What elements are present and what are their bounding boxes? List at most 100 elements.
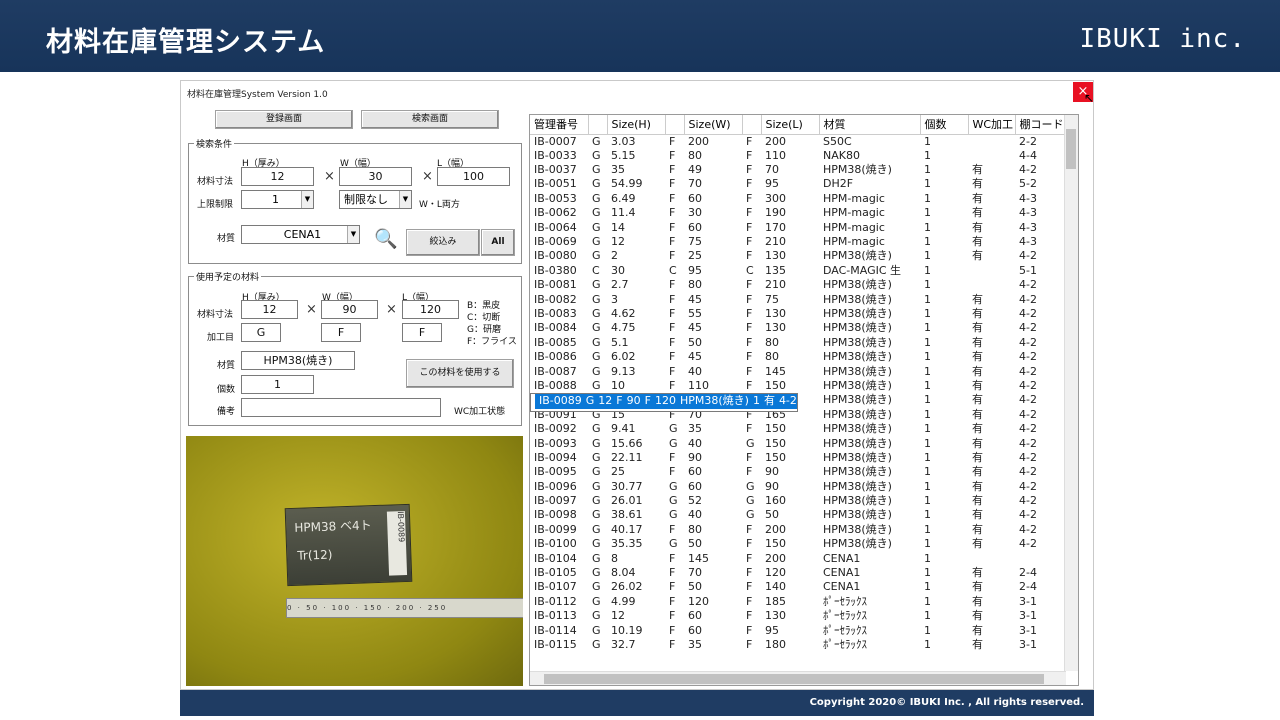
table-cell: 110 — [765, 148, 786, 162]
table-cell: C — [746, 263, 754, 277]
table-row[interactable]: IB-0104 G 8 F 145 F 200 CENA1 1 — [530, 551, 1064, 565]
table-row[interactable]: IB-0095 G 25 F 60 F 90 HPM38(焼き) 1 有 4-2 — [530, 465, 1064, 479]
table-cell: 1 — [924, 580, 931, 594]
table-cell: G — [592, 278, 601, 292]
vertical-scrollbar[interactable] — [1064, 115, 1078, 671]
column-header[interactable]: Size(L) — [761, 115, 820, 135]
table-row[interactable]: IB-0084 G 4.75 F 45 F 130 HPM38(焼き) 1 有 4-2 — [530, 321, 1064, 335]
scroll-thumb[interactable] — [1066, 129, 1076, 169]
column-header[interactable] — [742, 115, 762, 135]
scroll-thumb[interactable] — [544, 674, 1044, 684]
qty-input[interactable]: 1 — [241, 375, 314, 394]
limit2-select[interactable]: 制限なし ▼ — [339, 190, 412, 209]
table-row[interactable]: IB-0094 G 22.11 F 90 F 150 HPM38(焼き) 1 有 4-2 — [530, 451, 1064, 465]
table-cell: 1 — [924, 134, 931, 148]
table-cell: IB-0085 — [534, 335, 577, 349]
material-select[interactable]: CENA1 ▼ — [241, 225, 360, 244]
table-row[interactable]: IB-0112 G 4.99 F 120 F 185 ﾎﾟｰｾﾗｯｸｽ 1 有 3-1 — [530, 595, 1064, 609]
table-row[interactable]: IB-0099 G 40.17 F 80 F 200 HPM38(焼き) 1 有 4-2 — [530, 523, 1064, 537]
table-row[interactable]: IB-0100 G 35.35 G 50 F 150 HPM38(焼き) 1 有 4-2 — [530, 537, 1064, 551]
table-cell: G — [592, 422, 601, 436]
table-row[interactable]: IB-0081 G 2.7 F 80 F 210 HPM38(焼き) 1 4-2 — [530, 278, 1064, 292]
use-w-input[interactable]: 90 — [321, 300, 378, 319]
table-cell: 185 — [765, 594, 786, 608]
use-h-input[interactable]: 12 — [241, 300, 298, 319]
table-row[interactable]: IB-0083 G 4.62 F 55 F 130 HPM38(焼き) 1 有 4-2 — [530, 307, 1064, 321]
proc-l-input[interactable]: F — [402, 323, 442, 342]
use-l-input[interactable]: 120 — [402, 300, 459, 319]
column-header[interactable]: 管理番号 — [530, 115, 589, 135]
column-header[interactable]: 棚コード — [1015, 115, 1065, 135]
table-row[interactable]: IB-0107 G 26.02 F 50 F 140 CENA1 1 有 2-4 — [530, 580, 1064, 594]
table-cell: 49 — [688, 163, 702, 177]
table-row[interactable]: IB-0069 G 12 F 75 F 210 HPM-magic 1 有 4-3 — [530, 235, 1064, 249]
table-cell: 60 — [688, 465, 702, 479]
table-row[interactable]: IB-0033 G 5.15 F 80 F 110 NAK80 1 4-4 — [530, 149, 1064, 163]
table-cell: G — [669, 508, 678, 522]
table-cell: 11.4 — [611, 206, 636, 220]
table-cell: 1 — [924, 292, 931, 306]
filter-button[interactable]: 絞込み — [406, 229, 480, 256]
table-cell: 32.7 — [611, 637, 636, 651]
search-icon[interactable]: 🔍 — [374, 227, 398, 250]
search-w-input[interactable]: 30 — [339, 167, 412, 186]
column-header[interactable]: Size(W) — [684, 115, 743, 135]
table-cell: G — [592, 609, 601, 623]
proc-h-input[interactable]: G — [241, 323, 281, 342]
table-cell: F — [669, 364, 676, 378]
horizontal-scrollbar[interactable] — [530, 671, 1066, 685]
table-row[interactable]: IB-0087 G 9.13 F 40 F 145 HPM38(焼き) 1 有 4-2 — [530, 364, 1064, 378]
limit-select[interactable]: 1 ▼ — [241, 190, 314, 209]
column-header[interactable]: WC加工 — [968, 115, 1016, 135]
table-row[interactable]: IB-0097 G 26.01 G 52 G 160 HPM38(焼き) 1 有 4-2 — [530, 494, 1064, 508]
search-screen-button[interactable]: 検索画面 — [361, 110, 499, 129]
table-row[interactable]: IB-0115 G 32.7 F 35 F 180 ﾎﾟｰｾﾗｯｸｽ 1 有 3-1 — [530, 638, 1064, 652]
use-material-input[interactable]: HPM38(焼き) — [241, 351, 355, 370]
column-header[interactable]: Size(H) — [607, 115, 666, 135]
table-cell: 4.75 — [611, 321, 636, 335]
table-row[interactable]: IB-0093 G 15.66 G 40 G 150 HPM38(焼き) 1 有 4-2 — [530, 436, 1064, 450]
table-cell: 有 — [972, 522, 983, 536]
search-l-input[interactable]: 100 — [437, 167, 510, 186]
table-row[interactable]: IB-0113 G 12 F 60 F 130 ﾎﾟｰｾﾗｯｸｽ 1 有 3-1 — [530, 609, 1064, 623]
table-row[interactable]: IB-0053 G 6.49 F 60 F 300 HPM-magic 1 有 4-3 — [530, 192, 1064, 206]
table-cell: G — [592, 177, 601, 191]
use-size-label: 材料寸法 — [197, 310, 234, 320]
register-screen-button[interactable]: 登録画面 — [215, 110, 353, 129]
column-header[interactable]: 材質 — [819, 115, 921, 135]
table-row[interactable]: IB-0114 G 10.19 F 60 F 95 ﾎﾟｰｾﾗｯｸｽ 1 有 3-1 — [530, 623, 1064, 637]
note-input[interactable] — [241, 398, 441, 417]
table-row[interactable]: IB-0062 G 11.4 F 30 F 190 HPM-magic 1 有 4-3 — [530, 206, 1064, 220]
table-row[interactable]: IB-0089 G 12 F 90 F 120 HPM38(焼き) 1 有 4-2 — [530, 393, 798, 413]
table-row[interactable]: IB-0086 G 6.02 F 45 F 80 HPM38(焼き) 1 有 4-2 — [530, 350, 1064, 364]
table-row[interactable]: IB-0085 G 5.1 F 50 F 80 HPM38(焼き) 1 有 4-2 — [530, 336, 1064, 350]
table-row[interactable]: IB-0082 G 3 F 45 F 75 HPM38(焼き) 1 有 4-2 — [530, 292, 1064, 306]
table-row[interactable]: IB-0007 G 3.03 F 200 F 200 S50C 1 2-2 — [530, 134, 1064, 149]
table-row[interactable]: IB-0096 G 30.77 G 60 G 90 HPM38(焼き) 1 有 4-2 — [530, 479, 1064, 493]
table-row[interactable]: IB-0051 G 54.99 F 70 F 95 DH2F 1 有 5-2 — [530, 177, 1064, 191]
table-row[interactable]: IB-0380 C 30 C 95 C 135 DAC-MAGIC 生 1 5-1 — [530, 264, 1064, 278]
table-row[interactable]: IB-0037 G 35 F 49 F 70 HPM38(焼き) 1 有 4-2 — [530, 163, 1064, 177]
table-cell: 2 — [611, 249, 618, 263]
proc-w-input[interactable]: F — [321, 323, 361, 342]
column-header[interactable] — [665, 115, 685, 135]
material-photo: HPM38 ベ4ト Tr(12) IB-0089 0 · 50 · 100 · … — [186, 436, 523, 686]
table-cell: 12 — [611, 235, 625, 249]
table-cell: 38.61 — [611, 508, 643, 522]
table-cell: HPM38(焼き) — [823, 508, 892, 522]
table-row[interactable]: IB-0088 G 10 F 110 F 150 HPM38(焼き) 1 有 4-2 — [530, 379, 1064, 393]
table-row[interactable]: IB-0098 G 38.61 G 40 G 50 HPM38(焼き) 1 有 4-2 — [530, 508, 1064, 522]
search-h-input[interactable]: 12 — [241, 167, 314, 186]
table-cell: IB-0086 — [534, 350, 577, 364]
table-row[interactable]: IB-0080 G 2 F 25 F 130 HPM38(焼き) 1 有 4-2 — [530, 249, 1064, 263]
table-cell: IB-0087 — [534, 364, 577, 378]
all-button[interactable]: All — [481, 229, 515, 256]
table-row[interactable]: IB-0105 G 8.04 F 70 F 120 CENA1 1 有 2-4 — [530, 566, 1064, 580]
use-material-button[interactable]: この材料を使用する — [406, 359, 514, 388]
table-row[interactable]: IB-0064 G 14 F 60 F 170 HPM-magic 1 有 4-3 — [530, 220, 1064, 234]
column-header[interactable]: 個数 — [920, 115, 969, 135]
table-row[interactable]: IB-0092 G 9.41 G 35 F 150 HPM38(焼き) 1 有 4-2 — [530, 422, 1064, 436]
table-cell: IB-0089 — [535, 394, 582, 409]
column-header[interactable] — [588, 115, 608, 135]
table-cell: IB-0114 — [534, 623, 577, 637]
